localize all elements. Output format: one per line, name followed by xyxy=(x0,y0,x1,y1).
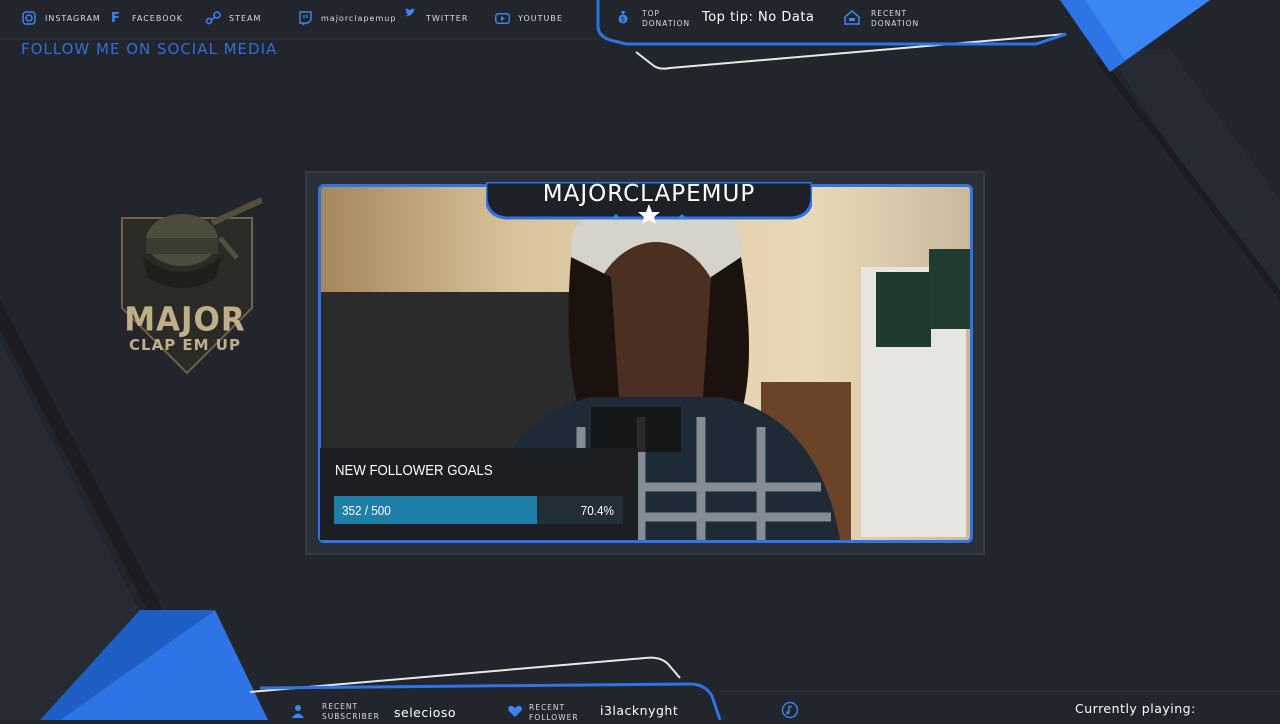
follower-goal-title: NEW FOLLOWER GOALS xyxy=(335,462,493,479)
follower-goal-progress-bar: 352 / 500 70.4% xyxy=(334,496,623,524)
user-subscriber-icon xyxy=(291,704,305,723)
currently-playing-label: Currently playing: xyxy=(1075,701,1196,716)
follow-social-heading: FOLLOW ME ON SOCIAL MEDIA xyxy=(21,40,278,58)
social-label: Instagram xyxy=(45,13,101,23)
streamer-name: MAJORCLAPEMUP xyxy=(542,181,756,207)
twitch-icon xyxy=(297,10,313,26)
top-donation-label: Top Donation xyxy=(642,9,691,28)
logo-text-major: MAJOR xyxy=(124,301,246,339)
social-facebook[interactable]: f Facebook xyxy=(108,10,183,26)
heart-follower-icon xyxy=(507,705,523,723)
music-note-icon xyxy=(781,701,799,724)
facebook-icon: f xyxy=(111,10,121,26)
social-twitter[interactable]: Twitter xyxy=(402,8,469,26)
recent-follower-label: Recent Follower xyxy=(529,703,579,722)
svg-text:$: $ xyxy=(621,16,625,24)
instagram-icon xyxy=(21,10,37,26)
twitter-icon xyxy=(402,5,418,21)
social-instagram[interactable]: Instagram xyxy=(21,10,101,26)
youtube-icon xyxy=(494,10,510,26)
recent-donation-label: Recent Donation xyxy=(871,9,920,28)
logo-text-clap-em-up: CLAP EM UP xyxy=(129,336,241,354)
social-steam[interactable]: Steam xyxy=(205,10,261,26)
recent-subscriber-value: selecioso xyxy=(394,705,457,720)
social-label: Youtube xyxy=(518,13,563,23)
donation-box-icon xyxy=(844,10,860,30)
social-twitch[interactable]: majorclapemup xyxy=(297,10,396,26)
social-label: Steam xyxy=(229,13,262,23)
social-youtube[interactable]: Youtube xyxy=(494,10,563,26)
money-bag-icon: $ xyxy=(616,10,630,29)
recent-subscriber-label: Recent Subscriber xyxy=(322,702,380,721)
follower-goal-percent: 70.4% xyxy=(580,503,614,518)
social-label: Facebook xyxy=(132,13,184,23)
top-tip-value: Top tip: No Data xyxy=(702,10,815,25)
social-label: majorclapemup xyxy=(321,13,397,23)
recent-follower-value: i3lacknyght xyxy=(600,703,679,718)
follower-goal-count: 352 / 500 xyxy=(342,503,391,518)
steam-icon xyxy=(205,10,221,26)
social-label: Twitter xyxy=(426,13,469,23)
